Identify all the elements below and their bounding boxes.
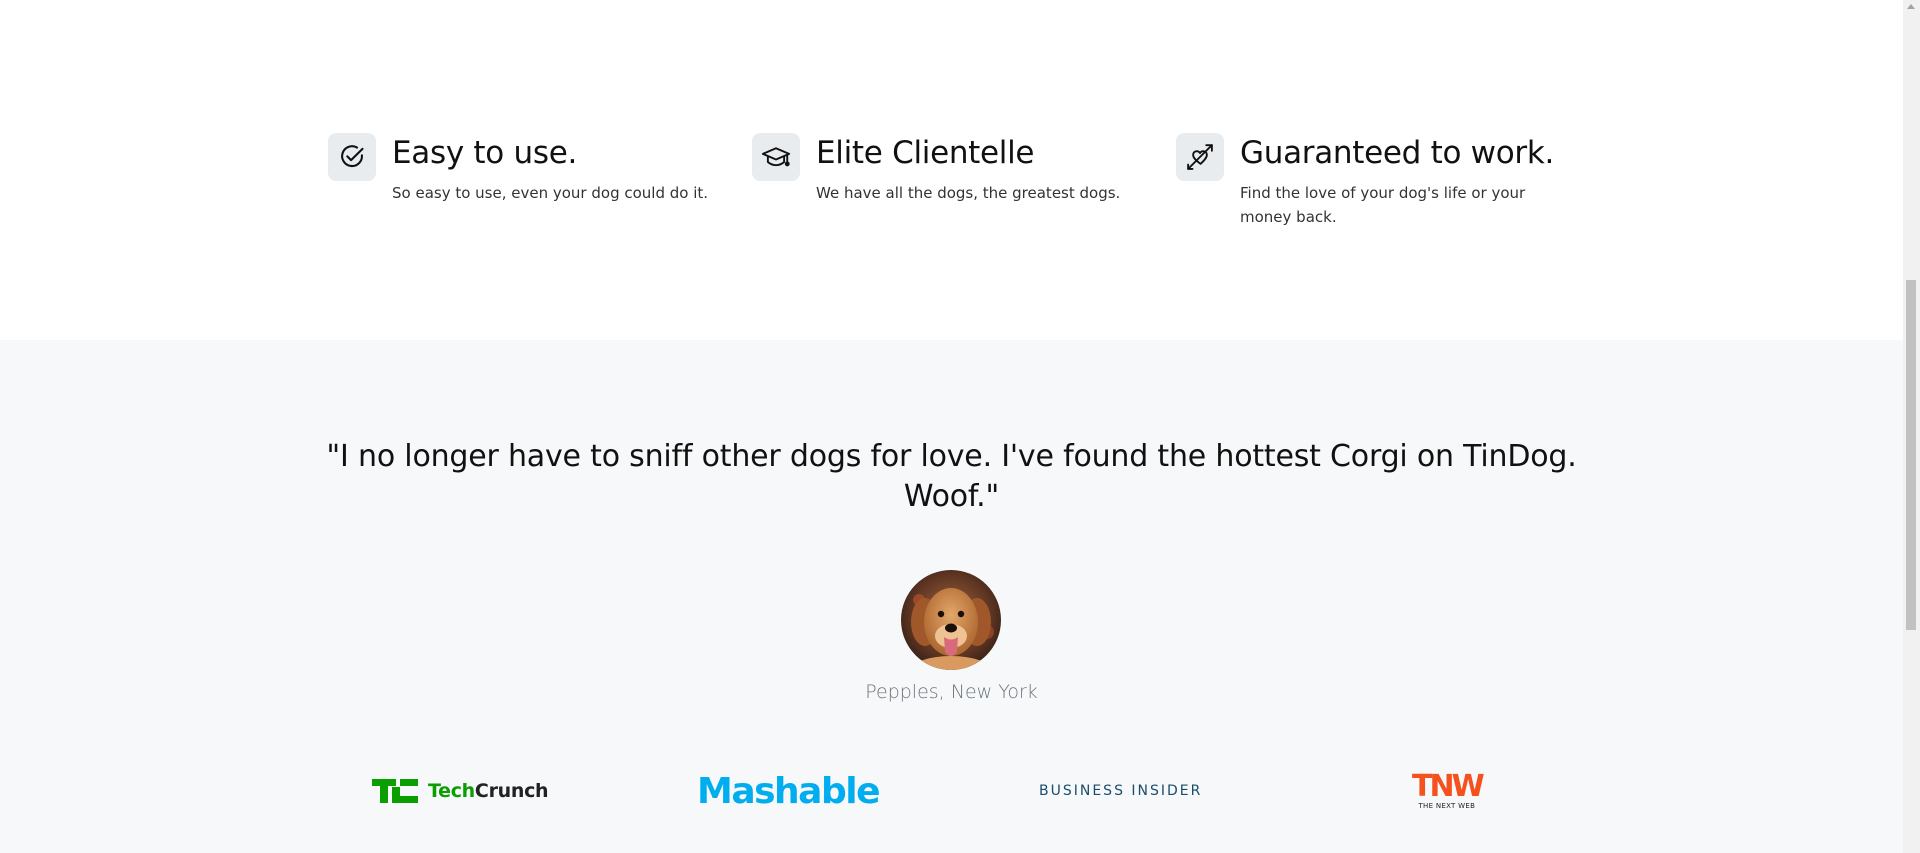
feature-title: Elite Clientelle xyxy=(816,135,1035,171)
scroll-up-arrow-icon[interactable] xyxy=(1907,4,1915,9)
feature-text: Find the love of your dog's life or your… xyxy=(1240,184,1526,226)
check-circle-icon xyxy=(328,133,376,181)
techcrunch-tech: Tech xyxy=(428,780,475,802)
tnw-wordmark: TNW THE NEXT WEB xyxy=(1412,769,1485,810)
tnw-logo: TNW THE NEXT WEB xyxy=(1412,763,1485,819)
feature-title: Easy to use. xyxy=(392,135,578,171)
techcrunch-logo: TechCrunch xyxy=(372,763,549,819)
techcrunch-crunch: Crunch xyxy=(474,780,549,802)
testimonial-quote: "I no longer have to sniff other dogs fo… xyxy=(326,439,1577,514)
mashable-logo: Mashable xyxy=(697,763,881,819)
mashable-wordmark: Mashable xyxy=(697,770,881,812)
tnw-mark: TNW xyxy=(1412,769,1485,804)
vertical-scrollbar[interactable] xyxy=(1903,0,1920,853)
graduation-cap-icon xyxy=(752,133,800,181)
feature-text: So easy to use, even your dog could do i… xyxy=(392,184,709,202)
techcrunch-wordmark: TechCrunch xyxy=(428,780,549,802)
feature-text: We have all the dogs, the greatest dogs. xyxy=(816,184,1121,202)
business-insider-logo: BUSINESS INSIDER xyxy=(1039,763,1202,819)
techcrunch-tc-mark xyxy=(372,779,418,803)
testimonial-attribution: Pepples, New York xyxy=(865,681,1038,703)
tnw-subtitle: THE NEXT WEB xyxy=(1418,802,1476,810)
testimonial-section: "I no longer have to sniff other dogs fo… xyxy=(0,340,1903,853)
scrollbar-thumb[interactable] xyxy=(1906,280,1916,630)
features-section: Easy to use. So easy to use, even your d… xyxy=(0,0,1903,340)
feature-title: Guaranteed to work. xyxy=(1240,135,1555,171)
heart-arrow-icon xyxy=(1176,133,1224,181)
press-logos: TechCrunch Mashable BUSINESS INSIDER TNW… xyxy=(0,763,1903,853)
business-insider-wordmark: BUSINESS INSIDER xyxy=(1039,783,1203,799)
page: Easy to use. So easy to use, even your d… xyxy=(0,0,1903,853)
dog-avatar xyxy=(901,570,1001,670)
